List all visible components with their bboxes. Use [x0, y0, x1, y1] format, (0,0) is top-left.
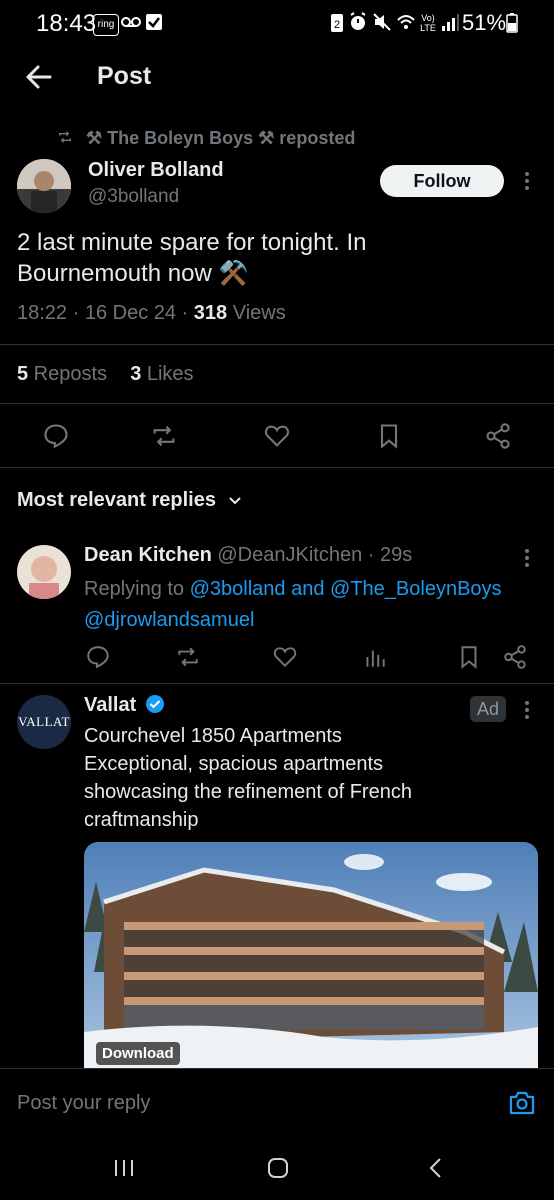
ad-badge: Ad	[470, 696, 506, 722]
replying-to-line-1[interactable]: @3bolland and @The_BoleynBoys	[190, 578, 502, 600]
post-text-line-2: Bournemouth now ⚒️	[17, 260, 249, 287]
battery-percent: 51%	[462, 10, 507, 35]
ad-name[interactable]: Vallat	[84, 694, 136, 716]
divider	[0, 403, 554, 404]
bookmark-icon[interactable]	[375, 422, 403, 450]
divider	[0, 1068, 554, 1069]
reposts-stat[interactable]: 5 Reposts	[17, 363, 107, 385]
ad-logo[interactable]: VALLAT	[17, 695, 71, 749]
repost-action-icon[interactable]	[150, 422, 178, 450]
post-meta: 18:22 · 16 Dec 24 · 318 Views	[17, 302, 286, 325]
more-icon[interactable]	[518, 170, 536, 192]
ring-badge: ring	[93, 14, 119, 36]
verified-icon	[145, 694, 165, 714]
likes-stat[interactable]: 3 Likes	[130, 363, 193, 385]
replies-sort-label: Most relevant replies	[17, 489, 216, 511]
reply-handle-time[interactable]: @DeanJKitchen · 29s	[217, 544, 412, 566]
check-icon	[145, 13, 163, 31]
download-button[interactable]: Download	[96, 1042, 180, 1065]
ad-more-icon[interactable]	[518, 699, 536, 721]
ad-header: Vallat	[84, 694, 165, 717]
analytics-icon[interactable]	[362, 644, 388, 670]
home-icon[interactable]	[266, 1156, 290, 1180]
post-text-line-1: 2 last minute spare for tonight. In	[17, 229, 367, 256]
post-text: 2 last minute spare for tonight. In Bour…	[17, 227, 367, 289]
like-icon[interactable]	[263, 422, 291, 450]
repost-icon	[57, 129, 73, 145]
follow-button[interactable]: Follow	[380, 165, 504, 197]
replying-to-line-2[interactable]: @djrowlandsamuel	[84, 609, 254, 631]
recents-icon[interactable]	[112, 1156, 136, 1180]
reply-icon[interactable]	[42, 422, 70, 450]
reply-repost-icon[interactable]	[175, 644, 201, 670]
mute-icon	[372, 12, 392, 32]
post-time: 18:22 · 16 Dec 24 ·	[17, 302, 194, 324]
alarm-icon	[348, 12, 368, 32]
svg-text:Vo): Vo)	[421, 13, 435, 23]
wifi-icon	[396, 12, 416, 32]
svg-text:2: 2	[334, 19, 340, 31]
camera-icon[interactable]	[508, 1090, 536, 1116]
sim-icon: 2	[330, 13, 344, 33]
status-time: 18:43	[36, 10, 97, 37]
reply-header: Dean Kitchen @DeanJKitchen · 29s	[84, 544, 412, 567]
ad-text: Courchevel 1850 Apartments Exceptional, …	[84, 725, 412, 831]
reply-bar: Post your reply	[0, 1068, 554, 1140]
system-nav-bar	[0, 1140, 554, 1200]
reply-more-icon[interactable]	[518, 547, 536, 569]
voicemail-icon	[120, 11, 142, 33]
post-stats: 5 Reposts 3 Likes	[17, 363, 194, 386]
divider	[0, 683, 554, 684]
battery-icon	[506, 13, 518, 33]
replying-to: Replying to @3bolland and @The_BoleynBoy…	[84, 578, 502, 631]
signal-icon	[441, 12, 459, 32]
author-handle[interactable]: @3bolland	[88, 186, 179, 208]
status-bar: 18:43 ring 2 Vo) LTE 51%	[0, 0, 554, 50]
reply-share-icon[interactable]	[502, 644, 528, 670]
reply-bookmark-icon[interactable]	[456, 644, 482, 670]
repost-by[interactable]: ⚒ The Boleyn Boys ⚒ reposted	[86, 128, 355, 149]
reply-author-name[interactable]: Dean Kitchen	[84, 544, 212, 566]
avatar[interactable]	[17, 159, 71, 213]
divider	[0, 344, 554, 345]
views-count: 318	[193, 302, 228, 324]
chevron-down-icon	[228, 496, 242, 506]
replies-sort-button[interactable]: Most relevant replies	[17, 489, 242, 512]
views-label: Views	[227, 302, 286, 324]
author-name[interactable]: Oliver Bolland	[88, 159, 224, 182]
share-icon[interactable]	[484, 422, 512, 450]
divider	[0, 467, 554, 468]
svg-text:LTE: LTE	[420, 23, 436, 32]
ad-image[interactable]: Download	[84, 842, 538, 1068]
reply-avatar[interactable]	[17, 545, 71, 599]
nav-back-icon[interactable]	[424, 1156, 448, 1180]
volte-icon: Vo) LTE	[418, 12, 438, 32]
reply-like-icon[interactable]	[272, 644, 298, 670]
page-title: Post	[97, 62, 152, 90]
reply-reply-icon[interactable]	[85, 644, 111, 670]
back-arrow-icon[interactable]	[24, 62, 54, 92]
reply-input[interactable]: Post your reply	[17, 1092, 150, 1115]
